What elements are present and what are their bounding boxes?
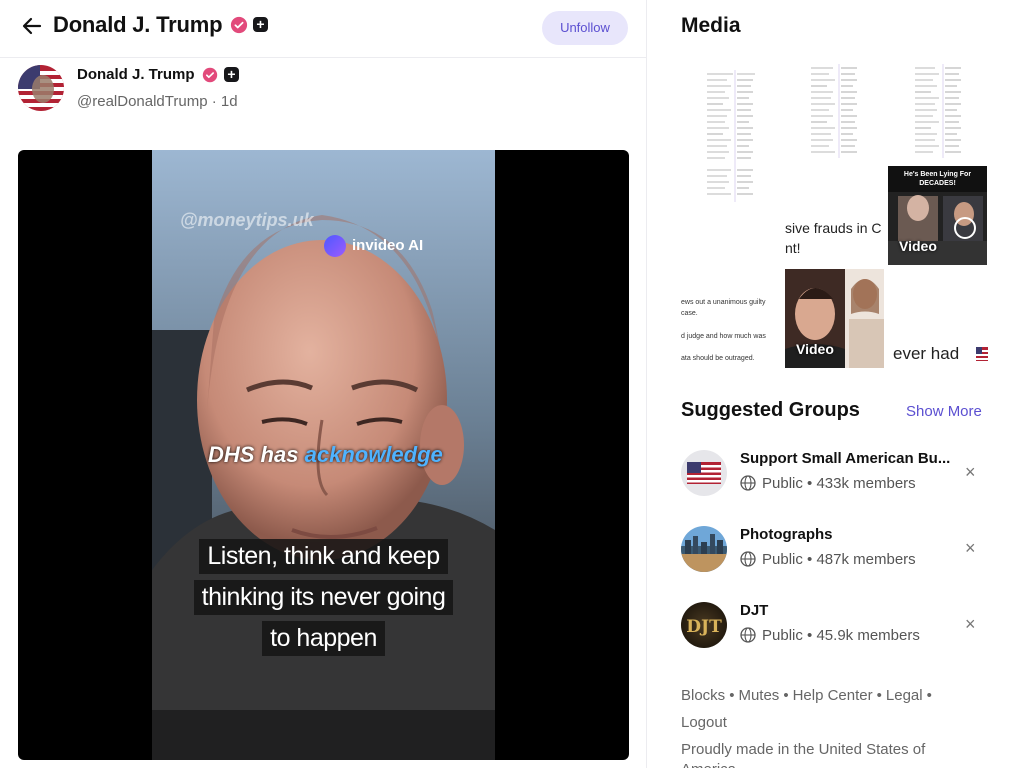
media-text-snippet[interactable]: sive frauds in C [785, 220, 881, 236]
unfollow-button[interactable]: Unfollow [542, 11, 628, 45]
group-avatar-flag-image [681, 450, 727, 496]
dismiss-group-icon[interactable]: × [965, 538, 976, 559]
group-members: 433k members [816, 475, 916, 492]
footer-separator: • [926, 687, 932, 704]
group-avatar [681, 450, 727, 496]
post-video[interactable]: @moneytips.uk invideo AI DHS has acknowl… [18, 150, 629, 760]
media-title: Media [681, 14, 741, 37]
media-grid: He's Been Lying For DECADES! Video sive … [681, 60, 988, 372]
globe-icon [740, 475, 756, 491]
post-column: Donald J. Trump + Unfollow Donald J. Tru… [0, 0, 647, 768]
thumbnail-text: case. [681, 310, 698, 317]
document-image [807, 62, 863, 162]
footer-separator: • [729, 687, 735, 704]
invideo-logo-icon [324, 235, 346, 257]
plus-badge-icon: + [253, 17, 268, 32]
post-timestamp[interactable]: · 1d [212, 93, 238, 110]
footer-links: Blocks • Mutes • Help Center • Legal • Logout [681, 682, 981, 736]
video-caption: DHS has acknowledge [208, 442, 443, 468]
group-visibility: Public [762, 627, 803, 644]
plus-badge-icon: + [224, 67, 239, 82]
group-visibility: Public [762, 475, 803, 492]
us-flag-icon [976, 347, 988, 361]
footer-separator: • [783, 687, 789, 704]
author-handle-line: @realDonaldTrump · 1d [77, 93, 238, 110]
footer-link-mutes[interactable]: Mutes [738, 687, 779, 704]
invideo-brand: invideo AI [324, 235, 423, 257]
video-caption-highlight: acknowledge [304, 442, 443, 467]
media-text-snippet[interactable]: ever had [893, 344, 959, 364]
group-meta: Public • 487k members [740, 551, 916, 568]
invideo-brand-text: invideo AI [352, 236, 424, 254]
meta-separator: • [807, 475, 813, 492]
group-avatar-djt-logo-image: DJT [681, 602, 727, 648]
group-members: 45.9k members [816, 627, 920, 644]
group-avatar: DJT [681, 602, 727, 648]
suggested-group-item[interactable]: Photographs Public • 487k members × [681, 526, 991, 576]
group-name[interactable]: Support Small American Bu... [740, 450, 950, 467]
profile-header: Donald J. Trump + Unfollow [0, 0, 646, 58]
video-watermark: @moneytips.uk [180, 210, 314, 230]
made-in-usa-text: Proudly made in the United States of Ame… [681, 741, 926, 768]
group-meta: Public • 433k members [740, 475, 916, 492]
dismiss-group-icon[interactable]: × [965, 462, 976, 483]
meta-separator: • [807, 627, 813, 644]
group-avatar [681, 526, 727, 572]
footer-link-help-center[interactable]: Help Center [793, 687, 873, 704]
media-document-thumbnail[interactable] [911, 62, 967, 162]
dismiss-group-icon[interactable]: × [965, 614, 976, 635]
group-members: 487k members [816, 551, 916, 568]
media-text-snippet[interactable]: nt! [785, 240, 801, 256]
globe-icon [740, 627, 756, 643]
thumbnail-text: ata should be outraged. [681, 355, 755, 362]
video-thumbnail-headline: He's Been Lying For DECADES! [903, 171, 972, 187]
page-title: Donald J. Trump [53, 12, 223, 37]
thumbnail-text: d judge and how much was [681, 333, 766, 340]
group-name[interactable]: Photographs [740, 526, 833, 543]
media-document-thumbnail[interactable] [703, 66, 759, 206]
author-handle[interactable]: @realDonaldTrump [77, 93, 208, 110]
footer-link-logout[interactable]: Logout [681, 714, 727, 731]
verified-badge-icon [202, 67, 218, 83]
document-image [911, 62, 967, 162]
media-video-thumbnail[interactable]: Video [785, 269, 884, 368]
video-frame: @moneytips.uk invideo AI DHS has acknowl… [152, 150, 495, 760]
subtitle-line: Listen, think and keep [199, 539, 448, 574]
verified-badge-icon [230, 16, 248, 34]
video-subtitles: Listen, think and keep thinking its neve… [152, 536, 495, 659]
group-meta: Public • 45.9k members [740, 627, 920, 644]
footer-separator: • [876, 687, 882, 704]
show-more-link[interactable]: Show More [906, 403, 982, 420]
video-caption-prefix: DHS has [208, 442, 299, 467]
right-sidebar: Media He's Been Lying For DECADES! Video… [648, 0, 1024, 768]
video-label: Video [796, 341, 834, 357]
media-document-thumbnail[interactable] [807, 62, 863, 162]
flag-portrait-icon [18, 65, 64, 111]
group-avatar-city-image [681, 526, 727, 572]
footer-link-legal[interactable]: Legal [886, 687, 923, 704]
author-name[interactable]: Donald J. Trump [77, 66, 195, 83]
meta-separator: • [807, 551, 813, 568]
media-text-thumbnail[interactable]: ews out a unanimous guilty case. d judge… [681, 292, 781, 372]
video-label: Video [899, 238, 937, 254]
thumbnail-text: ews out a unanimous guilty [681, 299, 766, 306]
group-name[interactable]: DJT [740, 602, 768, 619]
footer-link-blocks[interactable]: Blocks [681, 687, 725, 704]
group-visibility: Public [762, 551, 803, 568]
svg-text:DJT: DJT [686, 617, 722, 637]
suggested-group-item[interactable]: Support Small American Bu... Public • 43… [681, 450, 991, 500]
media-video-thumbnail[interactable]: He's Been Lying For DECADES! Video [888, 166, 987, 265]
subtitle-line: thinking its never going [193, 580, 454, 615]
document-image [703, 66, 759, 206]
back-arrow-icon[interactable] [20, 14, 44, 38]
author-avatar[interactable] [18, 65, 64, 111]
suggested-groups-title: Suggested Groups [681, 399, 860, 421]
suggested-group-item[interactable]: DJT DJT Public • 45.9k members × [681, 602, 991, 652]
subtitle-line: to happen [262, 621, 385, 656]
globe-icon [740, 551, 756, 567]
